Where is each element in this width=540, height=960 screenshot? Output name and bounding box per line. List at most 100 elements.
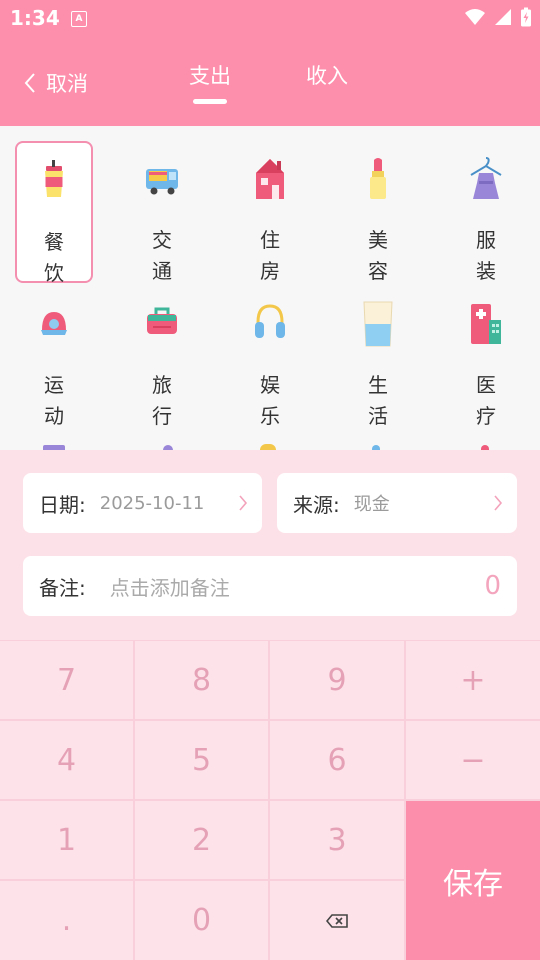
- category-entertainment[interactable]: 娱乐: [231, 286, 309, 428]
- amount-display: 0: [484, 571, 501, 601]
- key-9[interactable]: 9: [270, 641, 404, 719]
- label-char: 动: [44, 404, 64, 428]
- category-dining[interactable]: 餐饮: [15, 141, 93, 285]
- chevron-left-icon: [24, 73, 35, 93]
- key-backspace[interactable]: [270, 881, 404, 960]
- key-4[interactable]: 4: [0, 721, 133, 799]
- tab-expense[interactable]: 支出: [189, 60, 231, 90]
- cellular-signal-icon: [495, 9, 511, 25]
- entry-form: 日期: 2025-10-11 来源: 现金 备注: 点击添加备注 0: [0, 450, 540, 640]
- key-2[interactable]: 2: [135, 801, 268, 879]
- truck-icon: [146, 169, 178, 195]
- label-char: 通: [152, 259, 172, 283]
- system-icons: [464, 6, 532, 28]
- category-clothing[interactable]: 服装: [447, 141, 525, 283]
- label-text: 医疗: [447, 370, 525, 432]
- key-7[interactable]: 7: [0, 641, 133, 719]
- key-3[interactable]: 3: [270, 801, 404, 879]
- label-char: 餐: [44, 230, 64, 254]
- chevron-right-icon: [494, 495, 503, 511]
- label-text: 服装: [447, 225, 525, 287]
- source-field[interactable]: 来源: 现金: [277, 473, 517, 533]
- source-value: 现金: [353, 494, 390, 515]
- category-label: 餐饮: [17, 227, 91, 289]
- category-label: 生活: [339, 370, 417, 432]
- label-char: 交: [152, 228, 172, 252]
- active-tab-indicator: [193, 99, 227, 104]
- category-travel[interactable]: 旅行: [123, 286, 201, 428]
- category-label: 美容: [339, 225, 417, 287]
- label-text: 生活: [339, 370, 417, 432]
- lipstick-icon: [370, 158, 386, 199]
- key-5[interactable]: 5: [135, 721, 268, 799]
- keypad: 7 8 9 + 4 5 6 − 1 2 3 . 0 保存: [0, 640, 540, 960]
- date-value: 2025-10-11: [99, 492, 205, 514]
- label-text: 美容: [339, 225, 417, 287]
- cancel-label: 取消: [46, 72, 88, 96]
- label-char: 活: [368, 404, 388, 428]
- top-header: 1:34 A 取消 支出 收入: [0, 0, 540, 126]
- key-plus[interactable]: +: [406, 641, 540, 719]
- backspace-icon: [326, 913, 348, 928]
- label-char: 住: [260, 228, 280, 252]
- save-button[interactable]: 保存: [406, 801, 540, 960]
- label-char: 娱: [260, 373, 280, 397]
- note-input[interactable]: 点击添加备注: [110, 572, 230, 601]
- key-8[interactable]: 8: [135, 641, 268, 719]
- label-char: 医: [476, 373, 496, 397]
- category-label: 交通: [123, 225, 201, 287]
- wifi-icon: [465, 9, 485, 25]
- glass-icon: [363, 301, 393, 347]
- source-label: 来源:: [293, 492, 340, 517]
- hospital-icon: [471, 304, 501, 344]
- label-char: 美: [368, 228, 388, 252]
- category-transport[interactable]: 交通: [123, 141, 201, 283]
- cap-icon: [41, 312, 67, 335]
- category-label: 运动: [15, 370, 93, 432]
- status-bar: 1:34 A: [0, 0, 540, 36]
- battery-icon: [521, 7, 531, 27]
- label-char: 运: [44, 373, 64, 397]
- key-decimal[interactable]: .: [0, 881, 133, 960]
- headphones-icon: [255, 304, 285, 338]
- next-row-icons-partial: [0, 443, 540, 450]
- label-char: 行: [152, 404, 172, 428]
- key-minus[interactable]: −: [406, 721, 540, 799]
- label-text: 娱乐: [231, 370, 309, 432]
- key-6[interactable]: 6: [270, 721, 404, 799]
- category-medical[interactable]: 医疗: [447, 286, 525, 428]
- category-grid: 餐饮 交通 住房 美容 服 装 运 动 旅 行 娱 乐 生 活 医 疗: [0, 126, 540, 450]
- label-char-1: 餐饮: [17, 227, 91, 289]
- cancel-button[interactable]: 取消: [24, 66, 88, 100]
- label-char: 饮: [44, 261, 64, 285]
- status-time: 1:34: [10, 6, 60, 30]
- category-label: 医疗: [447, 370, 525, 432]
- label-text: 交通: [123, 225, 201, 287]
- category-living[interactable]: 生活: [339, 286, 417, 428]
- category-housing[interactable]: 住房: [231, 141, 309, 283]
- label-char: 服: [476, 228, 496, 252]
- label-char: 疗: [476, 404, 496, 428]
- label-text: 旅行: [123, 370, 201, 432]
- label-char: 生: [368, 373, 388, 397]
- suitcase-icon: [147, 307, 177, 334]
- label-char: 房: [260, 259, 280, 283]
- label-char: 旅: [152, 373, 172, 397]
- category-beauty[interactable]: 美容: [339, 141, 417, 283]
- date-label: 日期:: [39, 492, 86, 517]
- category-label: 住房: [231, 225, 309, 287]
- label-char: 乐: [260, 404, 280, 428]
- note-field[interactable]: 备注: 点击添加备注 0: [23, 556, 517, 616]
- label-char: 装: [476, 259, 496, 283]
- tab-income[interactable]: 收入: [306, 60, 348, 90]
- label-text: 住房: [231, 225, 309, 287]
- category-label: 娱乐: [231, 370, 309, 432]
- dress-hanger-icon: [470, 157, 502, 199]
- category-sports[interactable]: 运动: [15, 286, 93, 428]
- date-field[interactable]: 日期: 2025-10-11: [23, 473, 262, 533]
- category-label: 服装: [447, 225, 525, 287]
- key-0[interactable]: 0: [135, 881, 268, 960]
- category-label: 旅行: [123, 370, 201, 432]
- key-1[interactable]: 1: [0, 801, 133, 879]
- notification-icon: A: [71, 11, 87, 27]
